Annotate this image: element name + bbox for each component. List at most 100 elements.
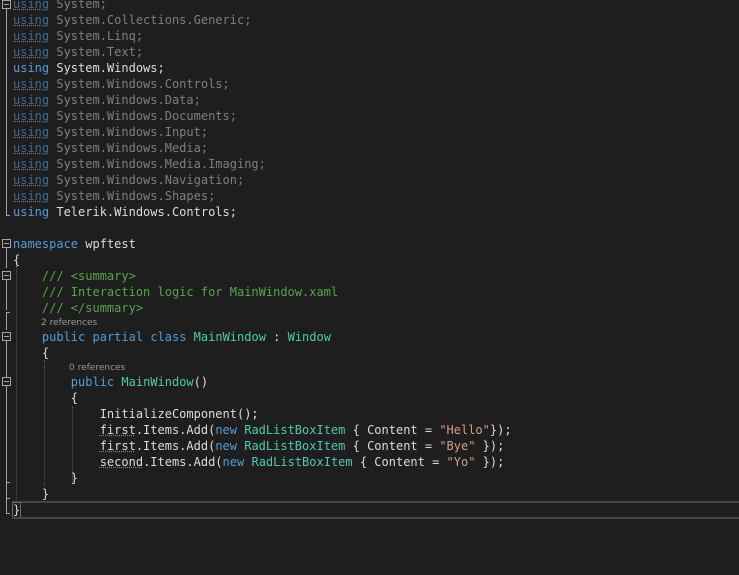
namespace-ref: System.Windows.Documents; [56,109,237,123]
code-line[interactable]: { [13,345,49,361]
namespace-ref: System.Linq; [56,29,144,43]
namespace-ref: System.Windows; [56,61,165,75]
statement-end: }); [475,455,505,469]
namespace-ref: System.Text; [56,45,144,59]
keyword: using [13,77,50,91]
keyword: partial [92,330,144,344]
keyword: using [13,29,50,43]
brace-close: } [11,502,22,518]
code-line[interactable]: { [13,252,20,268]
brace-open: { [41,346,50,360]
code-line[interactable]: first.Items.Add(new RadListBoxItem { Con… [13,422,512,438]
member-access: .Items.Add( [135,439,216,453]
code-line[interactable]: public MainWindow() [13,374,208,390]
keyword: using [13,61,50,75]
keyword: class [150,330,187,344]
ctor-name: MainWindow [121,375,194,389]
fold-line-namespace-2 [6,313,7,330]
identifier: second [99,455,144,469]
code-line[interactable]: InitializeComponent(); [13,406,259,422]
keyword: using [13,205,50,219]
namespace-ref: System.Windows.Navigation; [56,173,245,187]
collapse-usings-icon[interactable] [2,0,11,9]
code-line[interactable]: using System; [13,0,107,12]
base-type: Window [287,330,331,344]
type-name: RadListBoxItem [251,455,353,469]
namespace-ref: System.Collections.Generic; [56,13,252,27]
collapse-class-icon[interactable] [2,332,11,341]
code-line[interactable]: /// <summary> [13,268,136,284]
current-line-highlight [12,517,739,519]
identifier: first [99,423,136,437]
code-line[interactable]: } [13,470,78,486]
code-line[interactable]: first.Items.Add(new RadListBoxItem { Con… [13,438,505,454]
keyword: using [13,13,50,27]
brace-close: } [70,471,79,485]
type-name: RadListBoxItem [244,423,346,437]
collapse-namespace-icon[interactable] [2,239,11,248]
separator: : [265,330,288,344]
code-editor[interactable]: using System; using System.Collections.G… [0,0,739,575]
brace-open: { [13,253,21,267]
code-line[interactable]: /// </summary> [13,300,143,316]
keyword: using [13,109,50,123]
brace-close: } [41,487,50,501]
keyword: using [13,189,50,203]
code-line[interactable]: using System.Windows.Media; [13,140,208,156]
codelens-references[interactable]: 2 references [41,317,97,329]
initializer: { Content = [345,423,440,437]
code-line[interactable]: using System.Text; [13,44,143,60]
fold-line-ctor [6,386,7,482]
doc-comment: /// Interaction logic for MainWindow.xam… [41,285,339,299]
code-line[interactable]: /// Interaction logic for MainWindow.xam… [13,284,338,300]
doc-comment: /// <summary> [41,269,136,283]
statement-end: }); [489,423,512,437]
code-line[interactable]: using System.Windows.Shapes; [13,188,215,204]
code-line[interactable]: using System.Windows.Navigation; [13,172,244,188]
string-literal: "Hello" [439,423,490,437]
fold-line-class [6,341,7,377]
keyword: using [13,0,50,11]
code-line[interactable]: second.Items.Add(new RadListBoxItem { Co… [13,454,505,470]
keyword: new [215,439,237,453]
fold-line-namespace-3 [6,499,7,513]
code-line[interactable]: using System.Collections.Generic; [13,12,251,28]
keyword: using [13,141,50,155]
method-call: InitializeComponent(); [99,407,259,421]
collapse-ctor-icon[interactable] [2,377,11,386]
collapse-comment-icon[interactable] [2,271,11,280]
namespace-ref: System; [56,0,107,11]
fold-line-comment [6,280,7,310]
code-line[interactable]: using System.Windows.Documents; [13,108,237,124]
code-line[interactable]: using System.Windows.Media.Imaging; [13,156,266,172]
namespace-name: wpftest [85,237,136,251]
code-line[interactable]: using System.Linq; [13,28,143,44]
class-name: MainWindow [193,330,266,344]
namespace-ref: Telerik.Windows.Controls; [56,205,237,219]
code-line[interactable]: namespace wpftest [13,236,136,252]
statement-end: }); [475,439,505,453]
identifier: first [99,439,136,453]
code-line[interactable]: using System.Windows.Controls; [13,76,230,92]
keyword: using [13,45,50,59]
code-line[interactable]: } [13,486,49,502]
code-line[interactable]: using System.Windows.Input; [13,124,208,140]
code-line[interactable]: using Telerik.Windows.Controls; [13,204,237,220]
code-line[interactable]: using System.Windows; [13,60,165,76]
brace-open: { [70,391,79,405]
code-line-current[interactable]: } [11,502,22,518]
keyword: public [70,375,115,389]
codelens-references[interactable]: 0 references [69,362,125,374]
initializer: { Content = [352,455,447,469]
keyword: using [13,93,50,107]
code-line[interactable]: { [13,390,78,406]
doc-comment: /// </summary> [41,301,144,315]
code-line[interactable]: public partial class MainWindow : Window [13,329,331,345]
namespace-ref: System.Windows.Data; [56,93,201,107]
keyword: new [222,455,245,469]
code-line[interactable]: using System.Windows.Data; [13,92,201,108]
type-name: RadListBoxItem [244,439,346,453]
string-literal: "Bye" [439,439,476,453]
namespace-ref: System.Windows.Controls; [56,77,230,91]
keyword: namespace [13,237,79,251]
